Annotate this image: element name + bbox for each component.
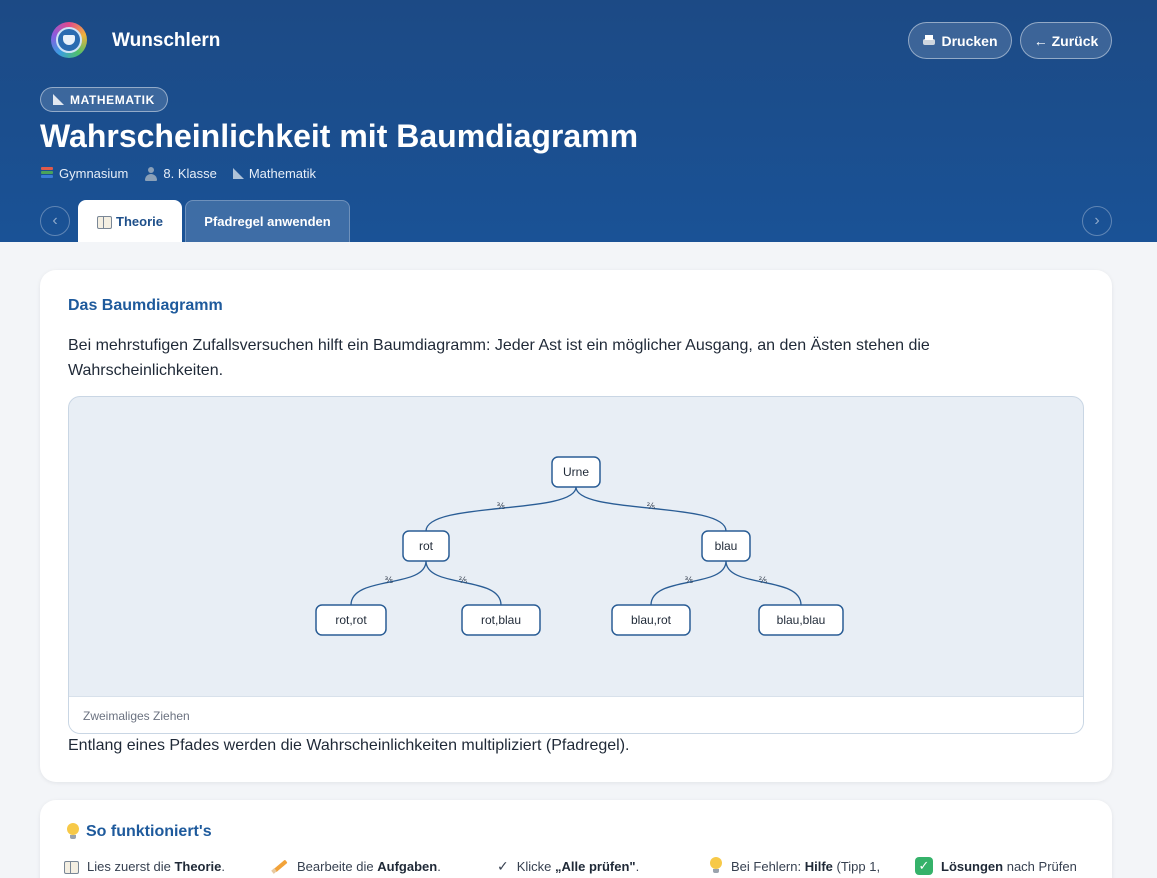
- prob-label-blaurot: ⅗: [685, 576, 694, 586]
- howto-step: Lies zuerst die Theorie.: [64, 857, 271, 875]
- triangle-ruler-icon: [53, 94, 64, 105]
- node-label-blaublau: blau,blau: [777, 613, 826, 627]
- howto-step: Bei Fehlern: Hilfe (Tipp 1,: [709, 857, 915, 875]
- app-logo-icon[interactable]: [51, 22, 87, 58]
- person-icon: [144, 166, 158, 181]
- theory-heading: Das Baumdiagramm: [68, 297, 223, 314]
- howto-steps: Lies zuerst die Theorie. Bearbeite die A…: [64, 857, 1095, 875]
- pencil-icon: [271, 858, 289, 874]
- node-label-rot: rot: [419, 539, 434, 553]
- lightbulb-icon: [66, 823, 80, 841]
- page-header: Wunschlern Drucken ← Zurück MATHEMATIK W…: [0, 0, 1157, 242]
- lightbulb-icon: [709, 857, 723, 875]
- meta-grade: 8. Klasse: [144, 166, 217, 181]
- theory-intro: Bei mehrstufigen Zufallsversuchen hilft …: [68, 337, 930, 379]
- howto-step: ✓ Lösungen nach Prüfen: [915, 857, 1095, 875]
- printer-icon: [922, 34, 936, 47]
- prob-label-rotblau: ⅖: [459, 576, 468, 586]
- subject-badge: MATHEMATIK: [40, 87, 168, 112]
- print-button[interactable]: Drucken: [908, 22, 1012, 59]
- tree-diagram: ⅗ ⅖ ⅗ ⅖ ⅗ ⅖ Urne rot blau rot,rot rot,bl…: [315, 456, 844, 636]
- prob-label-blaublau: ⅖: [759, 576, 768, 586]
- book-icon: [97, 215, 113, 229]
- lesson-meta: Gymnasium 8. Klasse Mathematik: [40, 166, 316, 181]
- prob-label-blau: ⅖: [647, 502, 656, 512]
- theory-card: Das Baumdiagramm Bei mehrstufigen Zufall…: [40, 270, 1112, 782]
- tab-theorie[interactable]: Theorie: [78, 200, 182, 242]
- node-label-rotrot: rot,rot: [335, 613, 367, 627]
- theory-outro: Entlang eines Pfades werden die Wahrsche…: [68, 737, 630, 754]
- tabs-next-button[interactable]: ›: [1082, 206, 1112, 236]
- back-button[interactable]: ← Zurück: [1020, 22, 1112, 59]
- meta-subject: Mathematik: [232, 166, 316, 181]
- node-label-urne: Urne: [563, 465, 589, 479]
- figure-caption: Zweimaliges Ziehen: [69, 696, 1083, 733]
- howto-step: ✓ Klicke „Alle prüfen".: [497, 857, 640, 874]
- meta-school: Gymnasium: [40, 166, 128, 181]
- tabs-prev-button[interactable]: ‹: [40, 206, 70, 236]
- checkmark-icon: ✓: [497, 857, 509, 874]
- check-box-icon: ✓: [915, 857, 933, 875]
- howto-heading: So funktioniert's: [66, 823, 212, 841]
- node-label-blau: blau: [715, 539, 738, 553]
- howto-step: Bearbeite die Aufgaben.: [271, 857, 497, 875]
- print-label: Drucken: [941, 32, 998, 49]
- books-icon: [40, 167, 54, 180]
- triangle-ruler-icon: [232, 168, 244, 179]
- howto-card: So funktioniert's Lies zuerst die Theori…: [40, 800, 1112, 878]
- node-label-blaurot: blau,rot: [631, 613, 672, 627]
- node-label-rotblau: rot,blau: [481, 613, 521, 627]
- book-icon: [64, 860, 79, 874]
- back-label: ← Zurück: [1033, 32, 1099, 49]
- tree-diagram-figure: ⅗ ⅖ ⅗ ⅖ ⅗ ⅖ Urne rot blau rot,rot rot,bl…: [68, 396, 1084, 734]
- tab-pfadregel-anwenden[interactable]: Pfadregel anwenden: [185, 200, 350, 242]
- prob-label-rotrot: ⅗: [385, 576, 394, 586]
- page-title: Wahrscheinlichkeit mit Baumdiagramm: [40, 118, 639, 154]
- app-name: Wunschlern: [112, 30, 221, 51]
- prob-label-rot: ⅗: [497, 502, 506, 512]
